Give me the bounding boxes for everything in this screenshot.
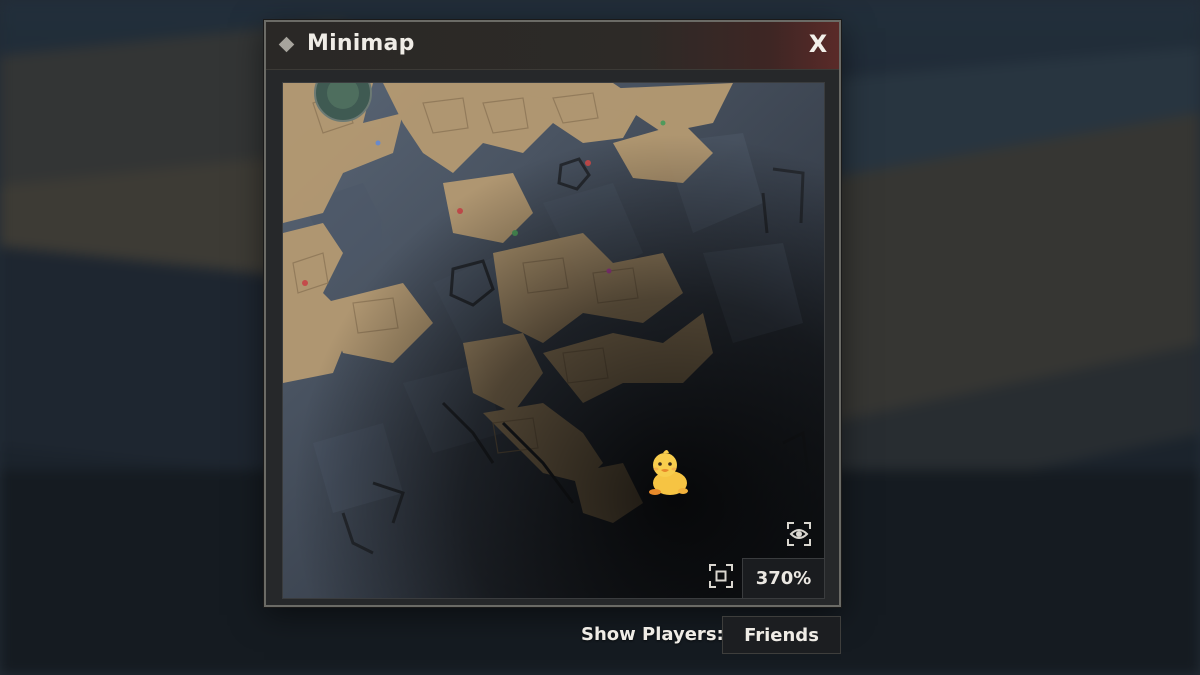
minimap-titlebar[interactable]: Minimap X bbox=[266, 22, 839, 70]
recenter-icon[interactable] bbox=[708, 563, 742, 597]
show-players-dropdown[interactable]: Friends bbox=[722, 616, 841, 654]
eye-icon[interactable] bbox=[786, 521, 816, 551]
minimap-window: Minimap X 370% bbox=[264, 20, 841, 607]
show-players-label: Show Players: bbox=[581, 624, 724, 645]
zoom-level: 370% bbox=[742, 558, 824, 598]
map-terrain bbox=[283, 83, 824, 598]
duck-icon bbox=[645, 447, 693, 497]
close-button[interactable]: X bbox=[805, 29, 831, 59]
diamond-icon bbox=[278, 36, 295, 53]
minimap-view[interactable]: 370% bbox=[282, 82, 825, 599]
window-title: Minimap bbox=[307, 31, 415, 56]
